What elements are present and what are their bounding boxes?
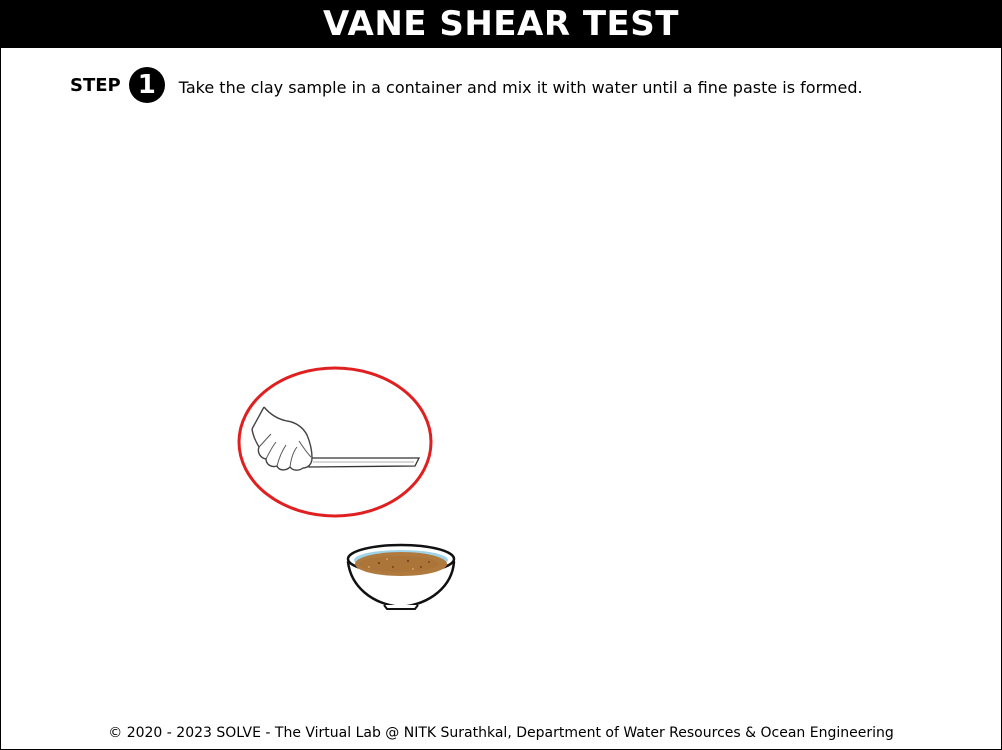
simulation-frame: VANE SHEAR TEST STEP 1 Take the clay sam… (0, 0, 1002, 750)
copyright-footer: © 2020 - 2023 SOLVE - The Virtual Lab @ … (108, 725, 894, 741)
experiment-scene (237, 366, 456, 610)
hand-with-spatula-icon[interactable] (251, 406, 421, 471)
bowl-with-clay-paste-icon[interactable] (346, 543, 456, 610)
